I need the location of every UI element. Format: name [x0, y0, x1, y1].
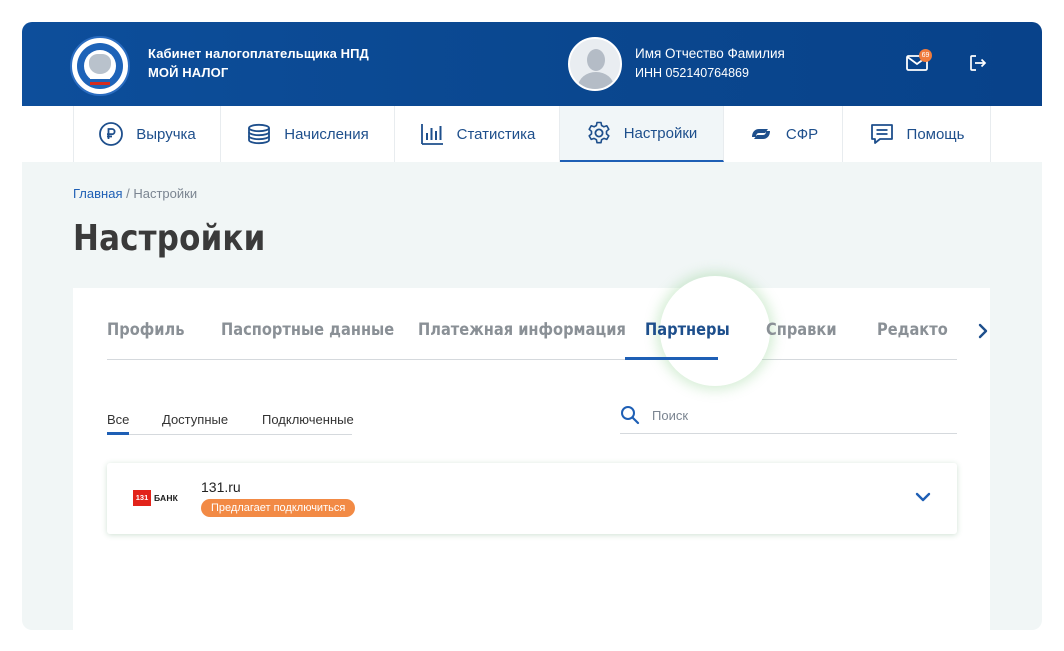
- filter-available[interactable]: Доступные: [162, 412, 228, 427]
- tab-payment-info[interactable]: Платежная информация: [418, 320, 626, 340]
- tab-profile[interactable]: Профиль: [107, 320, 184, 340]
- nav-label: Начисления: [284, 125, 369, 143]
- sfr-logo-icon: [751, 129, 770, 139]
- settings-tabs: Профиль Паспортные данные Платежная инфо…: [107, 276, 988, 386]
- app-name: МОЙ НАЛОГ: [148, 65, 229, 80]
- nav-label: Статистика: [456, 125, 536, 143]
- bar-chart-icon: [420, 124, 443, 145]
- user-inn: ИНН 052140764869: [635, 66, 749, 80]
- nav-item-help[interactable]: Помощь: [843, 106, 991, 162]
- breadcrumb: Главная / Настройки: [73, 186, 197, 201]
- chevron-down-icon[interactable]: [915, 490, 931, 504]
- gear-icon: [588, 121, 610, 144]
- nav-item-sfr[interactable]: СФР: [724, 106, 843, 162]
- tab-certificates[interactable]: Справки: [766, 320, 837, 340]
- nav-label: Настройки: [623, 124, 698, 142]
- partner-logo-word: БАНК: [154, 493, 179, 503]
- coins-stack-icon: [248, 123, 271, 145]
- nav-item-settings[interactable]: Настройки: [560, 106, 724, 162]
- status-badge: Предлагает подключиться: [201, 499, 356, 517]
- active-filter-indicator: [107, 432, 129, 435]
- tab-passport[interactable]: Паспортные данные: [221, 320, 394, 340]
- nav-item-charges[interactable]: Начисления: [221, 106, 395, 162]
- breadcrumb-separator: /: [126, 186, 130, 201]
- partner-logo-number: 131: [133, 490, 151, 506]
- partner-card[interactable]: 131 БАНК 131.ru Предлагает подключиться: [107, 463, 957, 534]
- app-title: Кабинет налогоплательщика НПД МОЙ НАЛОГ: [148, 44, 369, 82]
- filter-connected[interactable]: Подключенные: [262, 412, 354, 427]
- nav-label: Выручка: [136, 125, 196, 143]
- fns-emblem-logo[interactable]: [70, 36, 130, 96]
- partner-logo: 131 БАНК: [133, 490, 203, 506]
- logout-icon[interactable]: [968, 53, 988, 73]
- nav-item-revenue[interactable]: Выручка: [73, 106, 221, 162]
- user-name[interactable]: Имя Отчество Фамилия: [635, 46, 785, 61]
- tab-partners[interactable]: Партнеры: [645, 320, 730, 340]
- breadcrumb-current: Настройки: [133, 186, 198, 201]
- header: Кабинет налогоплательщика НПД МОЙ НАЛОГ …: [22, 22, 1042, 106]
- partner-name: 131.ru: [201, 479, 241, 495]
- nav-label: Помощь: [906, 125, 965, 143]
- main-nav: Выручка Начисления Статистика Настройки …: [22, 106, 1042, 162]
- breadcrumb-home-link[interactable]: Главная: [73, 186, 122, 201]
- search-icon: [621, 406, 640, 425]
- partner-filters: Все Доступные Подключенные: [107, 408, 354, 435]
- cabinet-title: Кабинет налогоплательщика НПД: [148, 46, 369, 61]
- search-input[interactable]: [652, 404, 952, 426]
- chevron-right-icon[interactable]: [976, 323, 990, 339]
- chat-help-icon: [870, 124, 893, 144]
- active-tab-indicator: [625, 357, 718, 360]
- page-title: Настройки: [73, 218, 266, 259]
- settings-panel: Профиль Паспортные данные Платежная инфо…: [73, 276, 990, 630]
- ruble-icon: [99, 122, 124, 146]
- search-box: [620, 404, 957, 434]
- app-frame: Кабинет налогоплательщика НПД МОЙ НАЛОГ …: [22, 22, 1042, 630]
- mail-count-badge: 69: [919, 49, 932, 62]
- filter-all[interactable]: Все: [107, 412, 129, 427]
- avatar[interactable]: [568, 37, 622, 91]
- nav-label: СФР: [785, 125, 819, 143]
- nav-item-statistics[interactable]: Статистика: [395, 106, 560, 162]
- tab-editor[interactable]: Редакто: [877, 320, 948, 340]
